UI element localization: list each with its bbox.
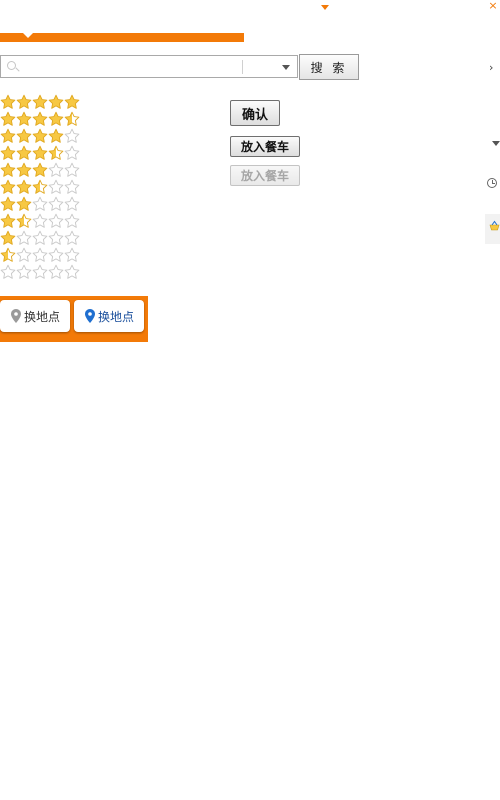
star-icon[interactable] bbox=[32, 94, 48, 111]
caret-down-icon[interactable] bbox=[321, 5, 329, 10]
star-icon[interactable] bbox=[48, 196, 64, 213]
star-icon[interactable] bbox=[0, 264, 16, 281]
star-icon[interactable] bbox=[48, 213, 64, 230]
top-popup-notch bbox=[22, 32, 34, 38]
star-icon[interactable] bbox=[0, 111, 16, 128]
star-icon[interactable] bbox=[16, 94, 32, 111]
star-icon[interactable] bbox=[64, 128, 80, 145]
star-icon[interactable] bbox=[16, 247, 32, 264]
rating-row[interactable] bbox=[0, 94, 80, 111]
star-icon[interactable] bbox=[64, 264, 80, 281]
star-icon[interactable] bbox=[32, 111, 48, 128]
star-icon[interactable] bbox=[0, 94, 16, 111]
star-icon[interactable] bbox=[0, 145, 16, 162]
change-location-tab-active[interactable]: 换地点 bbox=[74, 300, 144, 332]
add-to-cart-button-disabled: 放入餐车 bbox=[230, 165, 300, 186]
star-icon[interactable] bbox=[16, 111, 32, 128]
star-icon[interactable] bbox=[64, 196, 80, 213]
change-location-tab[interactable]: 换地点 bbox=[0, 300, 70, 332]
chevron-right-icon[interactable]: › bbox=[489, 61, 493, 74]
search-dropdown-arrow-icon[interactable] bbox=[282, 65, 290, 70]
star-icon[interactable] bbox=[16, 162, 32, 179]
star-icon[interactable] bbox=[32, 213, 48, 230]
star-icon[interactable] bbox=[48, 247, 64, 264]
star-icon[interactable] bbox=[48, 145, 64, 162]
star-icon[interactable] bbox=[0, 179, 16, 196]
star-icon[interactable] bbox=[32, 247, 48, 264]
star-icon[interactable] bbox=[32, 230, 48, 247]
star-icon[interactable] bbox=[0, 196, 16, 213]
rating-row[interactable] bbox=[0, 196, 80, 213]
star-icon[interactable] bbox=[64, 145, 80, 162]
add-to-cart-button[interactable]: 放入餐车 bbox=[230, 136, 300, 157]
rating-row[interactable] bbox=[0, 247, 80, 264]
star-icon[interactable] bbox=[32, 128, 48, 145]
star-icon[interactable] bbox=[48, 162, 64, 179]
star-icon[interactable] bbox=[0, 247, 16, 264]
star-icon[interactable] bbox=[32, 264, 48, 281]
top-popup-box bbox=[0, 0, 240, 32]
star-icon[interactable] bbox=[16, 230, 32, 247]
star-icon[interactable] bbox=[64, 179, 80, 196]
star-icon[interactable] bbox=[32, 179, 48, 196]
star-icon[interactable] bbox=[16, 213, 32, 230]
star-icon[interactable] bbox=[64, 247, 80, 264]
star-icon[interactable] bbox=[48, 230, 64, 247]
star-icon[interactable] bbox=[64, 162, 80, 179]
map-pin-icon bbox=[85, 309, 95, 323]
star-icon[interactable] bbox=[48, 94, 64, 111]
star-icon[interactable] bbox=[32, 196, 48, 213]
map-pin-icon bbox=[11, 309, 21, 323]
star-icon[interactable] bbox=[64, 111, 80, 128]
rating-row[interactable] bbox=[0, 264, 80, 281]
star-icon[interactable] bbox=[16, 145, 32, 162]
search-button[interactable]: 搜 索 bbox=[299, 54, 359, 80]
star-icon[interactable] bbox=[16, 128, 32, 145]
rating-row[interactable] bbox=[0, 145, 80, 162]
search-icon bbox=[7, 61, 16, 70]
star-icon[interactable] bbox=[48, 264, 64, 281]
confirm-button[interactable]: 确认 bbox=[230, 100, 280, 126]
star-icon[interactable] bbox=[32, 162, 48, 179]
change-location-label: 换地点 bbox=[24, 309, 61, 324]
search-input[interactable] bbox=[0, 55, 298, 78]
star-icon[interactable] bbox=[0, 230, 16, 247]
rating-row[interactable] bbox=[0, 111, 80, 128]
star-icon[interactable] bbox=[0, 213, 16, 230]
star-icon[interactable] bbox=[64, 230, 80, 247]
rating-row[interactable] bbox=[0, 213, 80, 230]
star-icon[interactable] bbox=[48, 179, 64, 196]
close-icon[interactable]: × bbox=[487, 0, 499, 12]
star-icon[interactable] bbox=[0, 162, 16, 179]
rating-row[interactable] bbox=[0, 128, 80, 145]
rating-row[interactable] bbox=[0, 162, 80, 179]
star-icon[interactable] bbox=[48, 128, 64, 145]
rating-row[interactable] bbox=[0, 179, 80, 196]
clock-icon-hand bbox=[492, 183, 495, 184]
search-divider bbox=[242, 60, 243, 74]
star-icon[interactable] bbox=[64, 94, 80, 111]
star-icon[interactable] bbox=[32, 145, 48, 162]
chevron-down-icon[interactable] bbox=[492, 141, 500, 146]
star-icon[interactable] bbox=[64, 213, 80, 230]
rating-row[interactable] bbox=[0, 230, 80, 247]
star-icon[interactable] bbox=[16, 196, 32, 213]
change-location-label: 换地点 bbox=[98, 309, 135, 324]
top-accent-bar bbox=[0, 33, 244, 42]
star-icon[interactable] bbox=[0, 128, 16, 145]
star-icon[interactable] bbox=[16, 264, 32, 281]
cart-icon bbox=[489, 220, 500, 231]
star-icon[interactable] bbox=[48, 111, 64, 128]
star-icon[interactable] bbox=[16, 179, 32, 196]
